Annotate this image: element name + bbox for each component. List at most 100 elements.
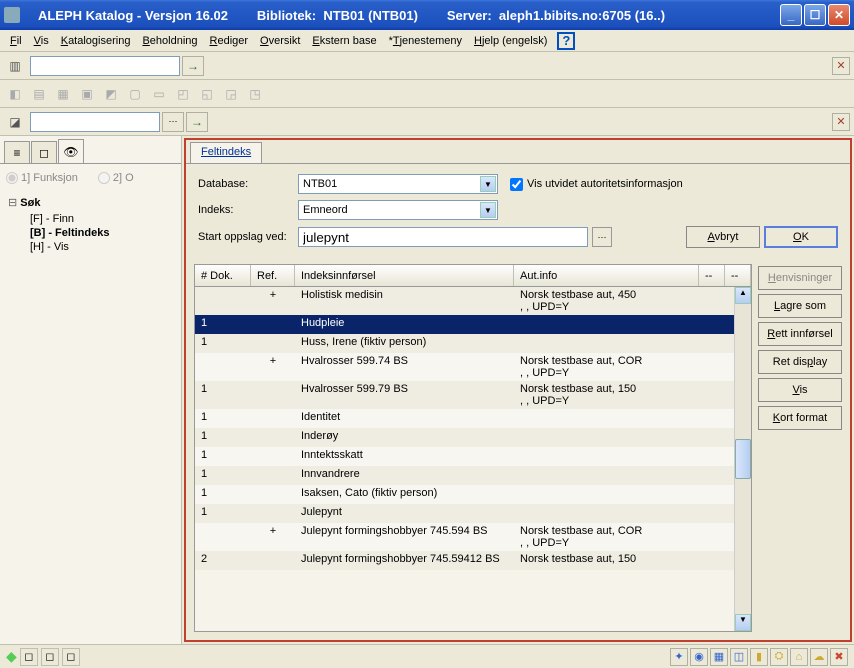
btn-rett-innforsel[interactable]: Rett innførsel bbox=[758, 322, 842, 346]
scroll-track[interactable] bbox=[735, 304, 751, 614]
col-dash-1[interactable]: -- bbox=[699, 265, 725, 286]
right-panel: Feltindeks Database: NTB01 ▼ Vis utvidet… bbox=[184, 138, 852, 642]
menu-beholdning[interactable]: Beholdning bbox=[136, 33, 203, 49]
table-cell: 1 bbox=[195, 428, 251, 444]
toolbar3-input[interactable] bbox=[30, 112, 160, 132]
table-cell bbox=[251, 428, 295, 432]
radio-o[interactable]: 2] O bbox=[98, 172, 134, 184]
table-cell bbox=[251, 334, 295, 338]
status-r-icon-6[interactable]: ⛭ bbox=[770, 648, 788, 666]
table-cell: Norsk testbase aut, COR , , UPD=Y bbox=[514, 353, 734, 381]
left-tab-1[interactable]: ≡ bbox=[4, 141, 30, 163]
cancel-button[interactable]: Avbryt bbox=[686, 226, 760, 248]
table-cell bbox=[514, 504, 734, 508]
checkbox-utvidet-aut[interactable]: Vis utvidet autoritetsinformasjon bbox=[510, 178, 683, 191]
scroll-thumb[interactable] bbox=[735, 439, 751, 479]
tree-root-sok[interactable]: Søk bbox=[8, 196, 173, 209]
toolbar1-input[interactable] bbox=[30, 56, 180, 76]
table-header: # Dok. Ref. Indeksinnførsel Aut.info -- … bbox=[195, 265, 751, 287]
table-row[interactable]: 1Identitet bbox=[195, 409, 734, 428]
left-panel: ≡ ◻ 👁 1] Funksjon 2] O Søk [F] - Finn [B… bbox=[0, 136, 182, 644]
btn-lagre-som[interactable]: Lagre som bbox=[758, 294, 842, 318]
radio-funksjon[interactable]: 1] Funksjon bbox=[6, 172, 78, 184]
col-autinfo[interactable]: Aut.info bbox=[514, 265, 699, 286]
status-r-icon-7[interactable]: ⌂ bbox=[790, 648, 808, 666]
menu-katalogisering[interactable]: Katalogisering bbox=[55, 33, 137, 49]
table-cell: Norsk testbase aut, 150 bbox=[514, 551, 734, 567]
menu-hjelp[interactable]: Hjelp (engelsk) bbox=[468, 33, 553, 49]
toolbar1-close[interactable]: ✕ bbox=[832, 57, 850, 75]
toolbar-1: ▥ → ✕ bbox=[0, 52, 854, 80]
table-row[interactable]: 1Isaksen, Cato (fiktiv person) bbox=[195, 485, 734, 504]
table-cell bbox=[514, 428, 734, 432]
label-start-oppslag: Start oppslag ved: bbox=[198, 231, 294, 243]
status-r-icon-5[interactable]: ▮ bbox=[750, 648, 768, 666]
menu-rediger[interactable]: Rediger bbox=[204, 33, 255, 49]
tree-item-vis[interactable]: [H] - Vis bbox=[8, 241, 173, 253]
tb2-icon-6: ▢ bbox=[124, 83, 146, 105]
table-cell bbox=[251, 447, 295, 451]
btn-kort-format[interactable]: Kort format bbox=[758, 406, 842, 430]
catalog-icon[interactable]: ▥ bbox=[4, 55, 26, 77]
minimize-button[interactable]: _ bbox=[780, 4, 802, 26]
table-cell bbox=[251, 315, 295, 319]
col-ref[interactable]: Ref. bbox=[251, 265, 295, 286]
table-row[interactable]: 1Huss, Irene (fiktiv person) bbox=[195, 334, 734, 353]
btn-vis[interactable]: Vis bbox=[758, 378, 842, 402]
table-body[interactable]: +Holistisk medisinNorsk testbase aut, 45… bbox=[195, 287, 734, 631]
col-indeksinnforsel[interactable]: Indeksinnførsel bbox=[295, 265, 514, 286]
table-row[interactable]: 1Hvalrosser 599.79 BSNorsk testbase aut,… bbox=[195, 381, 734, 409]
btn-henvisninger[interactable]: Henvisninger bbox=[758, 266, 842, 290]
go-button-1[interactable]: → bbox=[182, 56, 204, 76]
status-r-icon-8[interactable]: ☁ bbox=[810, 648, 828, 666]
table-row[interactable]: 1Julepynt bbox=[195, 504, 734, 523]
maximize-button[interactable]: ☐ bbox=[804, 4, 826, 26]
left-tab-2[interactable]: ◻ bbox=[31, 141, 57, 163]
col-dok[interactable]: # Dok. bbox=[195, 265, 251, 286]
ok-button[interactable]: OK bbox=[764, 226, 838, 248]
input-start-oppslag[interactable] bbox=[298, 227, 588, 247]
tb2-icon-1: ◧ bbox=[4, 83, 26, 105]
table-row[interactable]: 1Innvandrere bbox=[195, 466, 734, 485]
table-row[interactable]: 2Julepynt formingshobbyer 745.59412 BSNo… bbox=[195, 551, 734, 570]
table-row[interactable]: 1Inderøy bbox=[195, 428, 734, 447]
tab-feltindeks[interactable]: Feltindeks bbox=[190, 142, 262, 163]
status-r-icon-4[interactable]: ◫ bbox=[730, 648, 748, 666]
table-row[interactable]: +Julepynt formingshobbyer 745.594 BSNors… bbox=[195, 523, 734, 551]
table-row[interactable]: +Holistisk medisinNorsk testbase aut, 45… bbox=[195, 287, 734, 315]
close-button[interactable]: ✕ bbox=[828, 4, 850, 26]
select-indeks[interactable]: Emneord ▼ bbox=[298, 200, 498, 220]
scrollbar[interactable]: ▲ ▼ bbox=[734, 287, 751, 631]
scroll-down-icon[interactable]: ▼ bbox=[735, 614, 751, 631]
help-icon[interactable]: ? bbox=[557, 32, 575, 50]
tb3-icon-1[interactable]: ◪ bbox=[4, 111, 26, 133]
browse-button[interactable]: ⋯ bbox=[592, 227, 612, 247]
main-area: ≡ ◻ 👁 1] Funksjon 2] O Søk [F] - Finn [B… bbox=[0, 136, 854, 644]
label-indeks: Indeks: bbox=[198, 204, 294, 216]
table-row[interactable]: 1Inntektsskatt bbox=[195, 447, 734, 466]
tree-item-feltindeks[interactable]: [B] - Feltindeks bbox=[8, 227, 173, 239]
status-r-icon-1[interactable]: ✦ bbox=[670, 648, 688, 666]
table-cell: Norsk testbase aut, 150 , , UPD=Y bbox=[514, 381, 734, 409]
toolbar3-dropdown[interactable]: ⋯ bbox=[162, 112, 184, 132]
menu-ekstern-base[interactable]: Ekstern base bbox=[306, 33, 382, 49]
col-dash-2[interactable]: -- bbox=[725, 265, 751, 286]
status-r-icon-2[interactable]: ◉ bbox=[690, 648, 708, 666]
status-r-icon-9[interactable]: ✖ bbox=[830, 648, 848, 666]
table-row[interactable]: 1Hudpleie bbox=[195, 315, 734, 334]
left-tab-binoculars[interactable]: 👁 bbox=[58, 139, 84, 163]
status-r-icon-3[interactable]: ▦ bbox=[710, 648, 728, 666]
btn-ret-display[interactable]: Ret display bbox=[758, 350, 842, 374]
menu-oversikt[interactable]: Oversikt bbox=[254, 33, 306, 49]
go-button-3[interactable]: → bbox=[186, 112, 208, 132]
table-cell: Inntektsskatt bbox=[295, 447, 514, 463]
scroll-up-icon[interactable]: ▲ bbox=[735, 287, 751, 304]
menu-fil[interactable]: Fil bbox=[4, 33, 28, 49]
tree-item-finn[interactable]: [F] - Finn bbox=[8, 213, 173, 225]
toolbar3-close[interactable]: ✕ bbox=[832, 113, 850, 131]
select-database[interactable]: NTB01 ▼ bbox=[298, 174, 498, 194]
menu-vis[interactable]: Vis bbox=[28, 33, 55, 49]
menu-tjenestemeny[interactable]: *Tjenestemeny bbox=[383, 33, 468, 49]
table-row[interactable]: +Hvalrosser 599.74 BSNorsk testbase aut,… bbox=[195, 353, 734, 381]
form-area: Database: NTB01 ▼ Vis utvidet autoritets… bbox=[186, 164, 850, 264]
